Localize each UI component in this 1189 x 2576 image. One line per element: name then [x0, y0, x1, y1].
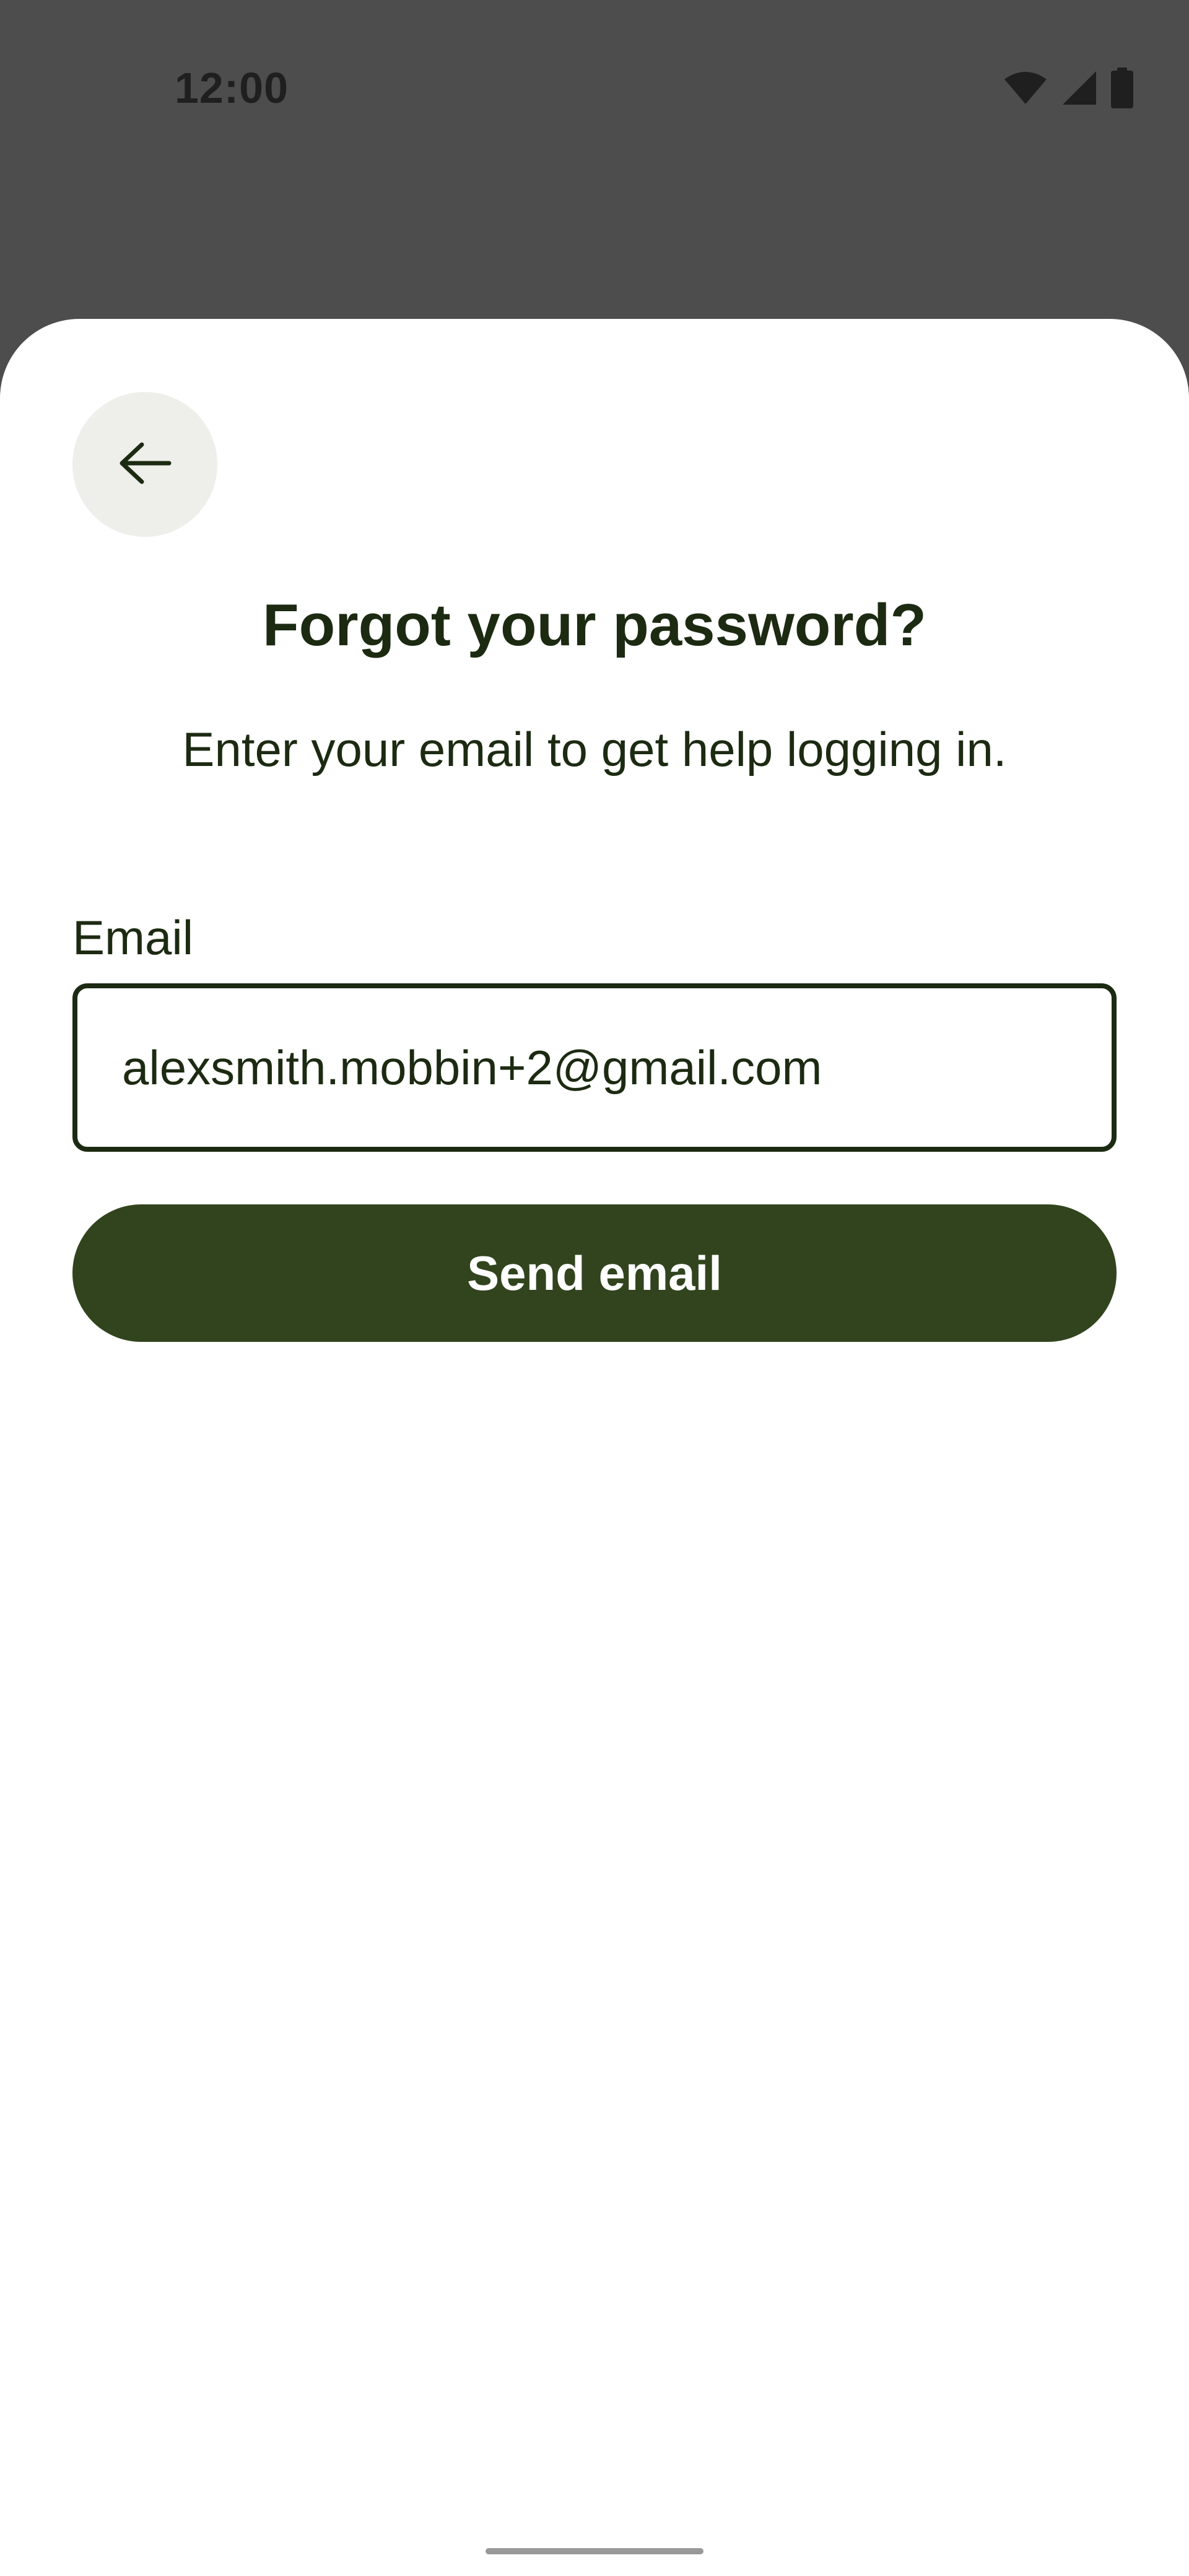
wifi-icon	[1003, 71, 1048, 108]
battery-icon	[1111, 67, 1133, 111]
email-label: Email	[72, 910, 194, 965]
send-email-button[interactable]: Send email	[72, 1204, 1117, 1342]
email-field[interactable]	[72, 983, 1117, 1152]
arrow-left-icon	[117, 441, 173, 489]
page-title: Forgot your password?	[262, 592, 927, 658]
status-icons	[1003, 67, 1133, 111]
status-bar: 12:00	[0, 0, 1189, 180]
page-subtitle: Enter your email to get help logging in.	[182, 722, 1007, 777]
cellular-signal-icon	[1061, 70, 1097, 109]
back-button[interactable]	[72, 392, 217, 537]
status-time: 12:00	[175, 64, 289, 112]
home-indicator[interactable]	[486, 2548, 703, 2554]
